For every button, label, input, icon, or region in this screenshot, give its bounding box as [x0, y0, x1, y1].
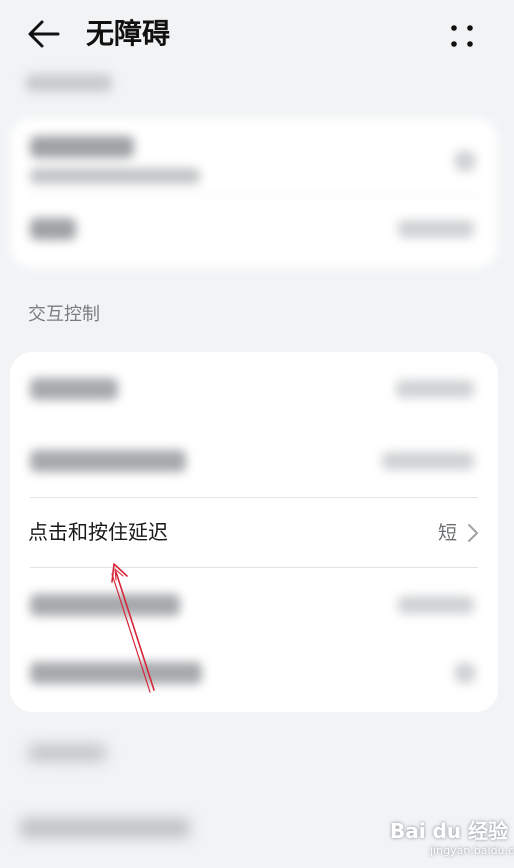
baidu-jingyan-watermark: Bai du 经验 jingyan.baidu.com: [390, 818, 514, 864]
back-arrow-icon[interactable]: [26, 18, 62, 50]
watermark-brand: Bai du 经验: [390, 819, 509, 843]
row-label: 点击和按住延迟: [28, 520, 168, 544]
section-label-interaction-control: 交互控制: [28, 304, 100, 325]
blurred-setting-row[interactable]: [10, 352, 498, 424]
blurred-settings-card: [10, 118, 498, 268]
interaction-control-card: 点击和按住延迟 短: [10, 352, 498, 712]
blurred-setting-row[interactable]: [10, 568, 498, 638]
top-bar: 无障碍: [0, 0, 514, 70]
watermark-url: jingyan.baidu.com: [430, 844, 514, 857]
chevron-right-icon: [468, 524, 478, 542]
page-title: 无障碍: [86, 17, 171, 50]
blurred-setting-row[interactable]: [10, 638, 498, 708]
more-options-icon[interactable]: [446, 20, 478, 52]
blurred-setting-row[interactable]: [10, 424, 498, 496]
setting-row-tap-hold-delay[interactable]: 点击和按住延迟 短: [10, 498, 498, 567]
row-value: 短: [438, 522, 458, 544]
annotation-arrow-icon: [111, 563, 155, 693]
